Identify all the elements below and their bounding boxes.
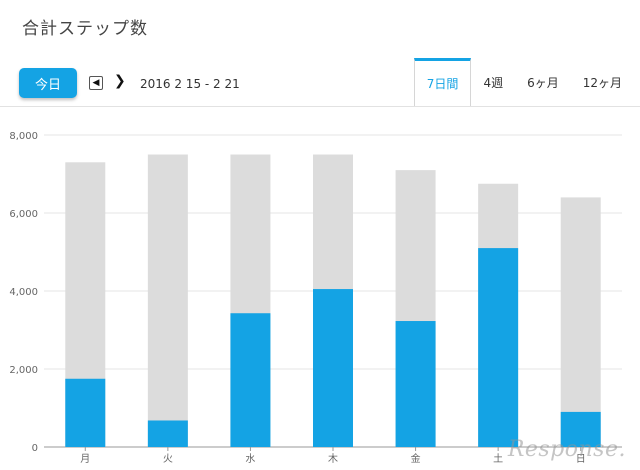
page-title: 合計ステップ数 (22, 19, 148, 39)
goal-bar (147, 154, 188, 447)
today-button[interactable]: 今日 (19, 68, 77, 98)
tab-6-months[interactable]: 6ヶ月 (515, 58, 571, 106)
goal-bar (560, 197, 601, 447)
y-tick-label: 2,000 (9, 365, 38, 376)
x-tick-label: 木 (328, 453, 338, 465)
steps-bar (147, 420, 188, 447)
chevron-right-icon: ❯ (114, 73, 126, 89)
watermark-logo: Response. (507, 437, 626, 462)
steps-bar (395, 321, 436, 447)
steps-bar (65, 378, 106, 447)
period-tabs: 7日間 4週 6ヶ月 12ヶ月 (413, 58, 634, 106)
tab-7-days[interactable]: 7日間 (413, 58, 472, 106)
prev-period-button[interactable]: ◀ (89, 76, 103, 90)
x-tick-label: 水 (245, 453, 255, 465)
y-tick-label: 8,000 (9, 131, 38, 142)
steps-bar (313, 289, 353, 447)
steps-bar (230, 313, 271, 447)
y-tick-label: 4,000 (9, 287, 38, 298)
chevron-left-icon: ◀ (92, 78, 100, 88)
x-tick-label: 土 (493, 452, 503, 465)
tab-4-weeks[interactable]: 4週 (471, 58, 515, 106)
toolbar: 今日 ◀ ❯ 2016 2 15 - 2 21 7日間 4週 6ヶ月 12ヶ月 (0, 56, 640, 106)
tab-12-months[interactable]: 12ヶ月 (571, 58, 634, 106)
date-range-label: 2016 2 15 - 2 21 (140, 77, 240, 91)
x-tick-label: 火 (163, 453, 173, 465)
steps-bar (478, 248, 519, 447)
x-tick-label: 金 (411, 452, 421, 465)
x-tick-label: 月 (80, 453, 90, 465)
toolbar-divider (0, 106, 640, 107)
y-tick-label: 0 (32, 443, 38, 454)
next-period-button[interactable]: ❯ (114, 73, 126, 89)
y-tick-label: 6,000 (9, 209, 38, 220)
step-count-chart: 02,0004,0006,0008,000月火水木金土日 (9, 131, 622, 465)
